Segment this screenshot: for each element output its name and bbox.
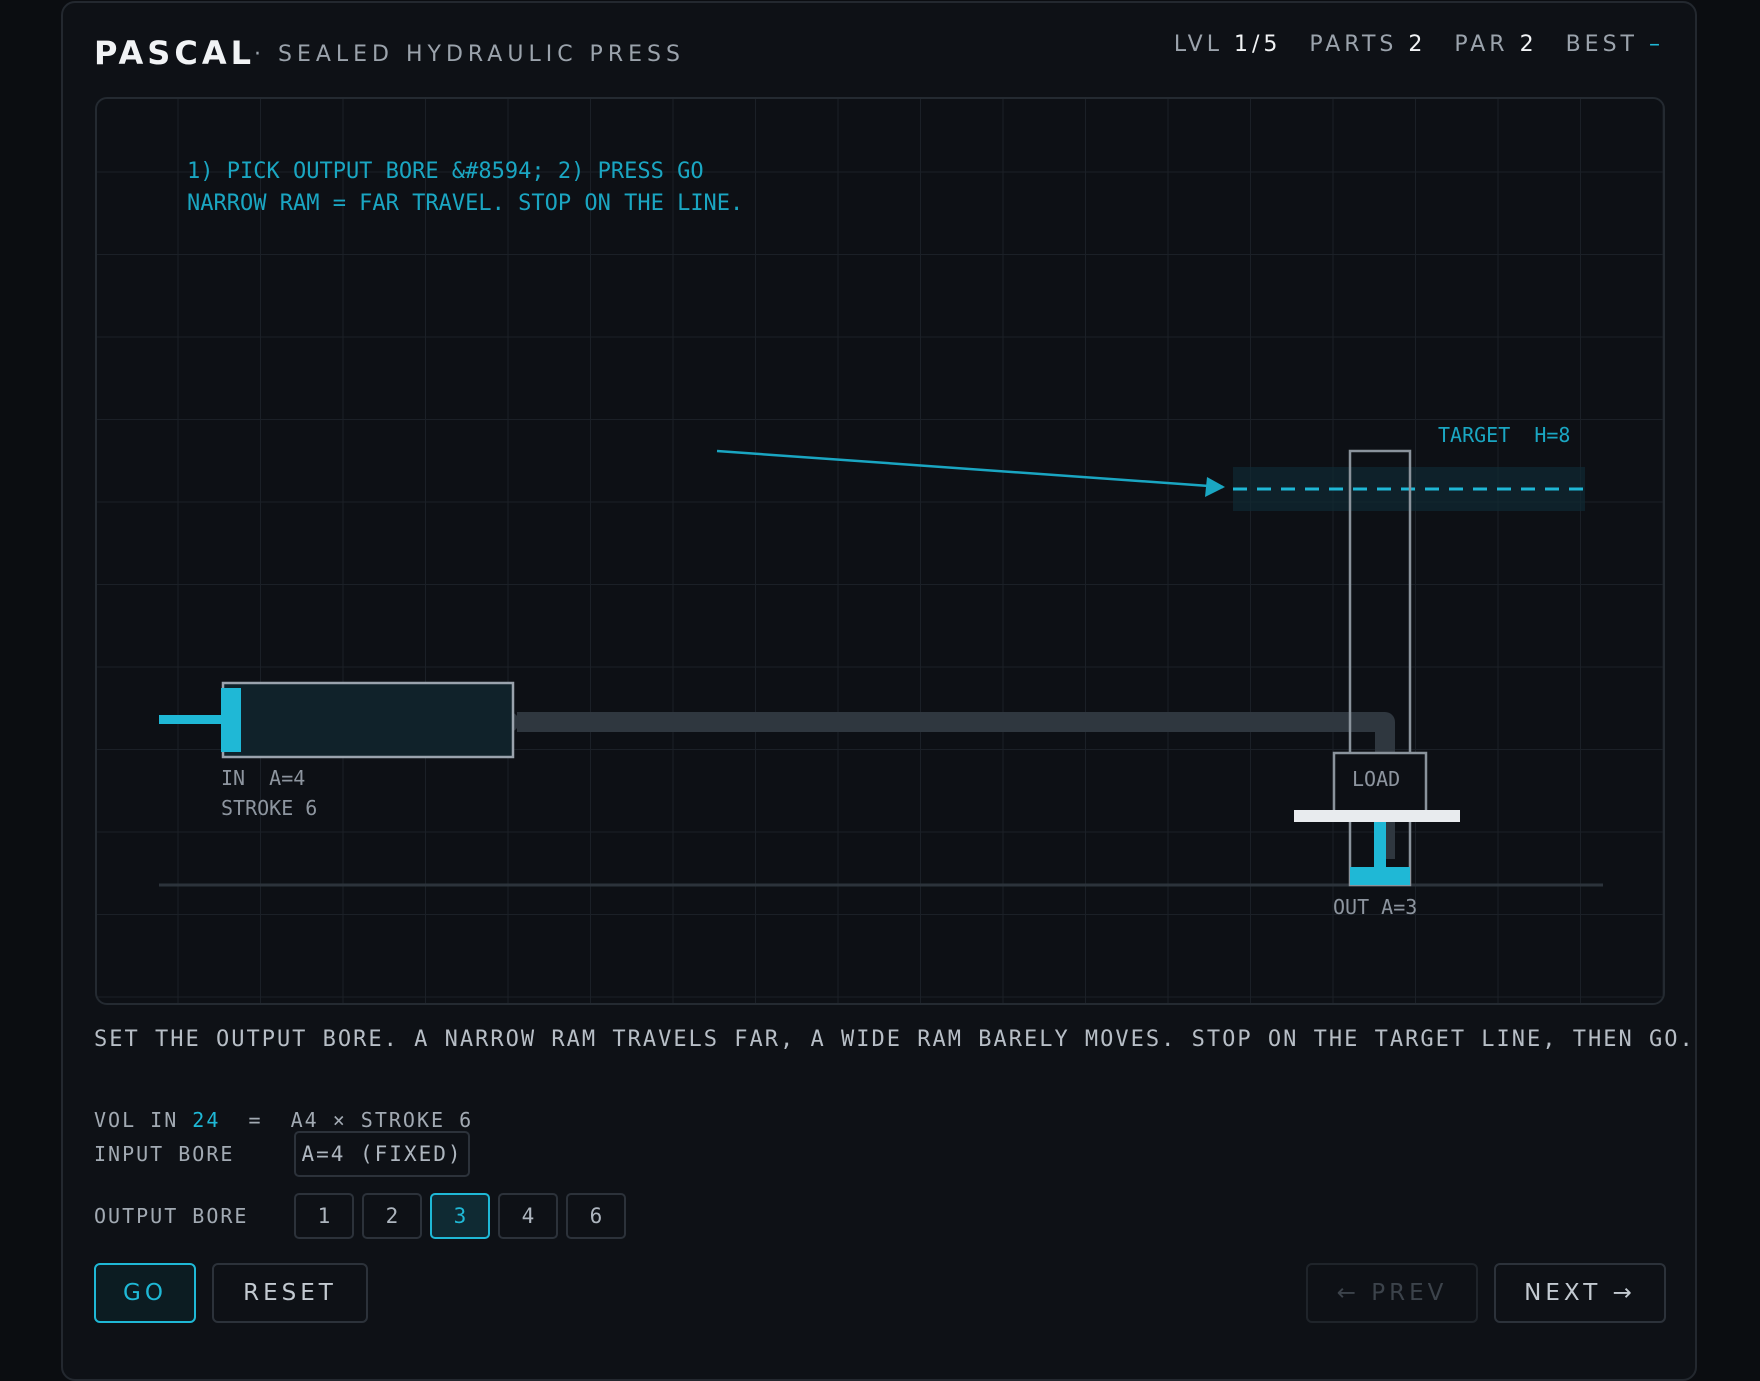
output-bore-label: OUTPUT BORE — [94, 1204, 249, 1228]
output-label: OUT A=3 — [1333, 895, 1418, 919]
volume-formula: = A4 × STROKE 6 — [220, 1108, 474, 1132]
level-label: LVL — [1173, 32, 1223, 57]
parts-value: 2 — [1408, 32, 1427, 57]
input-piston-rod[interactable] — [159, 715, 223, 724]
ram-platen — [1294, 810, 1460, 822]
volume-prefix: VOL IN — [94, 1108, 193, 1132]
input-label-area: IN A=4 — [221, 766, 306, 790]
press-diagram — [159, 449, 1603, 887]
level-value: 1/5 — [1233, 32, 1282, 57]
volume-readout: VOL IN 24 = A4 × STROKE 6 — [94, 1108, 473, 1132]
output-bore-option[interactable]: 6 — [566, 1193, 626, 1239]
output-bore-option-selected[interactable]: 3 — [430, 1193, 490, 1239]
load-label: LOAD — [1352, 767, 1401, 791]
guide-arrow-line — [716, 449, 1224, 489]
go-button[interactable]: GO — [94, 1263, 196, 1323]
par-label: PAR — [1454, 32, 1509, 57]
output-ram-rod — [1374, 822, 1386, 870]
hint-line-2: NARROW RAM = FAR TRAVEL. STOP ON THE LIN… — [187, 191, 744, 216]
prev-level-button[interactable]: ← PREV — [1306, 1263, 1478, 1323]
output-bore-option[interactable]: 1 — [294, 1193, 354, 1239]
level-description: SET THE OUTPUT BORE. A NARROW RAM TRAVEL… — [94, 1027, 1695, 1052]
output-bore-option[interactable]: 2 — [362, 1193, 422, 1239]
hydraulic-pipe — [517, 712, 1395, 859]
output-piston — [1350, 867, 1410, 885]
volume-value: 24 — [192, 1108, 221, 1132]
par-stat: PAR 2 — [1454, 32, 1537, 57]
level-stat: LVL 1/5 — [1174, 32, 1282, 57]
game-title: PASCAL — [94, 34, 255, 72]
guide-arrowhead — [1205, 477, 1225, 497]
game-subtitle: · SEALED HYDRAULIC PRESS — [254, 42, 685, 67]
input-piston[interactable] — [221, 688, 241, 752]
input-label-stroke: STROKE 6 — [221, 796, 318, 820]
parts-stat: PARTS 2 — [1309, 32, 1426, 57]
status-bar: LVL 1/5 PARTS 2 PAR 2 BEST – — [1174, 32, 1664, 57]
reset-button[interactable]: RESET — [212, 1263, 368, 1323]
input-cylinder — [221, 681, 515, 759]
press-stage: 1) PICK OUTPUT BORE &#8594; 2) PRESS GO … — [95, 97, 1665, 1005]
par-value: 2 — [1519, 32, 1538, 57]
parts-label: PARTS — [1309, 32, 1398, 57]
output-bore-selector: 1 2 3 4 6 — [294, 1193, 626, 1239]
best-value: – — [1649, 32, 1664, 57]
hint-line-1: 1) PICK OUTPUT BORE &#8594; 2) PRESS GO — [187, 159, 704, 184]
target-label: TARGET H=8 — [1438, 423, 1571, 447]
next-level-button[interactable]: NEXT → — [1494, 1263, 1666, 1323]
input-bore-value: A=4 (FIXED) — [294, 1131, 470, 1177]
best-stat: BEST – — [1566, 32, 1664, 57]
output-bore-option[interactable]: 4 — [498, 1193, 558, 1239]
input-bore-label: INPUT BORE — [94, 1142, 235, 1166]
best-label: BEST — [1565, 32, 1638, 57]
